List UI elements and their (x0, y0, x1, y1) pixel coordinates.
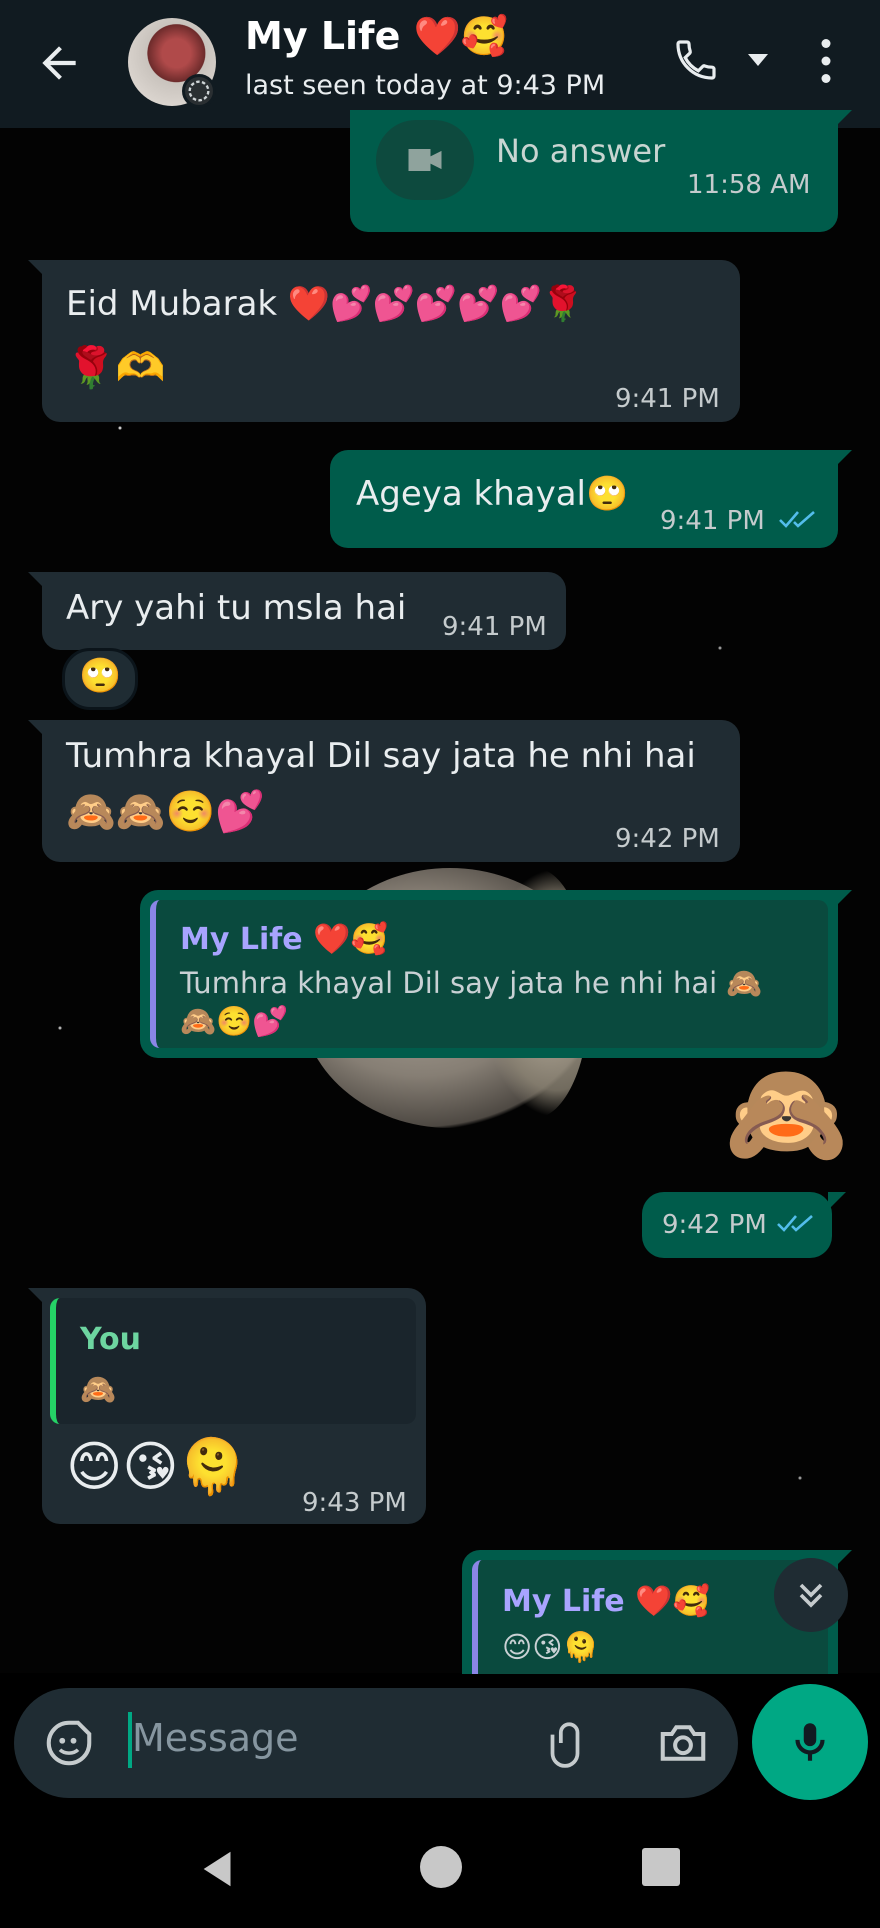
message-text: Eid Mubarak ❤️💕💕💕💕💕🌹 (66, 284, 585, 324)
quoted-text: 😊😘🫠 (502, 1630, 599, 1664)
quoted-text: Tumhra khayal Dil say jata he nhi hai 🙈 (180, 966, 763, 1000)
dropdown-icon[interactable] (746, 52, 770, 68)
quoted-message[interactable]: My Life ❤️🥰 Tumhra khayal Dil say jata h… (150, 900, 828, 1048)
paperclip-icon[interactable] (540, 1718, 590, 1768)
voice-message-button[interactable] (752, 1684, 868, 1800)
video-call-icon-circle (376, 120, 474, 200)
contact-name[interactable]: My Life ❤️🥰 (245, 14, 508, 59)
quoted-text: 🙈 (80, 1372, 117, 1406)
double-chevron-down-icon (799, 1583, 823, 1608)
call-status: No answer (496, 132, 666, 170)
more-vert-icon[interactable] (814, 36, 838, 86)
message-time: 9:43 PM (302, 1488, 407, 1518)
message-input[interactable]: Message (132, 1716, 299, 1760)
status-ring-icon (182, 74, 216, 108)
mic-icon (795, 1723, 825, 1761)
reaction-badge[interactable]: 🙄 (62, 648, 138, 710)
message-time: 9:41 PM (442, 612, 547, 642)
quoted-message[interactable]: My Life ❤️🥰 😊😘🫠 (472, 1560, 828, 1674)
message-composer (14, 1688, 738, 1798)
read-ticks-icon (777, 1215, 813, 1232)
outgoing-time-chip: 9:42 PM (642, 1192, 846, 1258)
quoted-sender: My Life ❤️🥰 (502, 1584, 710, 1619)
scroll-to-bottom-button[interactable] (774, 1558, 848, 1632)
message-emoji-line: 🌹🫶 (66, 345, 166, 391)
chat-header: My Life ❤️🥰 last seen today at 9:43 PM (0, 0, 880, 128)
message-time: 9:41 PM (660, 506, 765, 536)
incoming-message[interactable]: Ary yahi tu msla hai 9:41 PM (28, 572, 566, 650)
system-nav-bar (0, 1812, 880, 1928)
video-camera-icon (408, 149, 442, 171)
message-text: Tumhra khayal Dil say jata he nhi hai (66, 736, 696, 776)
phone-icon[interactable] (672, 36, 720, 84)
camera-icon[interactable] (656, 1716, 710, 1770)
message-text: Ageya khayal🙄 (356, 474, 629, 514)
incoming-message[interactable]: Tumhra khayal Dil say jata he nhi hai 🙈🙈… (28, 720, 740, 862)
missed-video-call-bubble[interactable]: No answer 11:58 AM (350, 110, 852, 232)
nav-back-icon[interactable] (196, 1846, 242, 1892)
reaction-emoji: 🙄 (79, 656, 122, 696)
message-time: 9:42 PM (615, 824, 720, 854)
quoted-sender: You (80, 1322, 141, 1357)
sticker-icon[interactable] (42, 1716, 96, 1770)
message-time: 9:41 PM (615, 384, 720, 414)
quoted-message[interactable]: You 🙈 (50, 1298, 416, 1424)
quoted-text-line2: 🙈☺️💕 (180, 1004, 289, 1038)
outgoing-message[interactable]: Ageya khayal🙄 9:41 PM (330, 450, 852, 548)
message-time: 11:58 AM (687, 170, 811, 200)
incoming-reply-message[interactable]: You 🙈 😊😘🫠 9:43 PM (28, 1288, 426, 1524)
incoming-message[interactable]: Eid Mubarak ❤️💕💕💕💕💕🌹 🌹🫶 9:41 PM (28, 260, 740, 422)
nav-home-icon[interactable] (420, 1846, 462, 1888)
large-emoji-message[interactable]: 🙈 (724, 1064, 849, 1164)
message-time: 9:42 PM (662, 1210, 767, 1240)
nav-recents-icon[interactable] (642, 1848, 680, 1886)
message-emoji-line: 🙈🙈☺️💕 (66, 789, 266, 835)
outgoing-reply-message[interactable]: My Life ❤️🥰 Tumhra khayal Dil say jata h… (140, 890, 852, 1058)
read-ticks-icon (779, 511, 815, 528)
back-arrow-icon[interactable] (34, 38, 84, 88)
message-text: Ary yahi tu msla hai (66, 588, 407, 628)
quoted-sender: My Life ❤️🥰 (180, 922, 388, 957)
message-emoji-line: 😊😘🫠 (66, 1435, 246, 1498)
last-seen-status: last seen today at 9:43 PM (245, 70, 606, 101)
